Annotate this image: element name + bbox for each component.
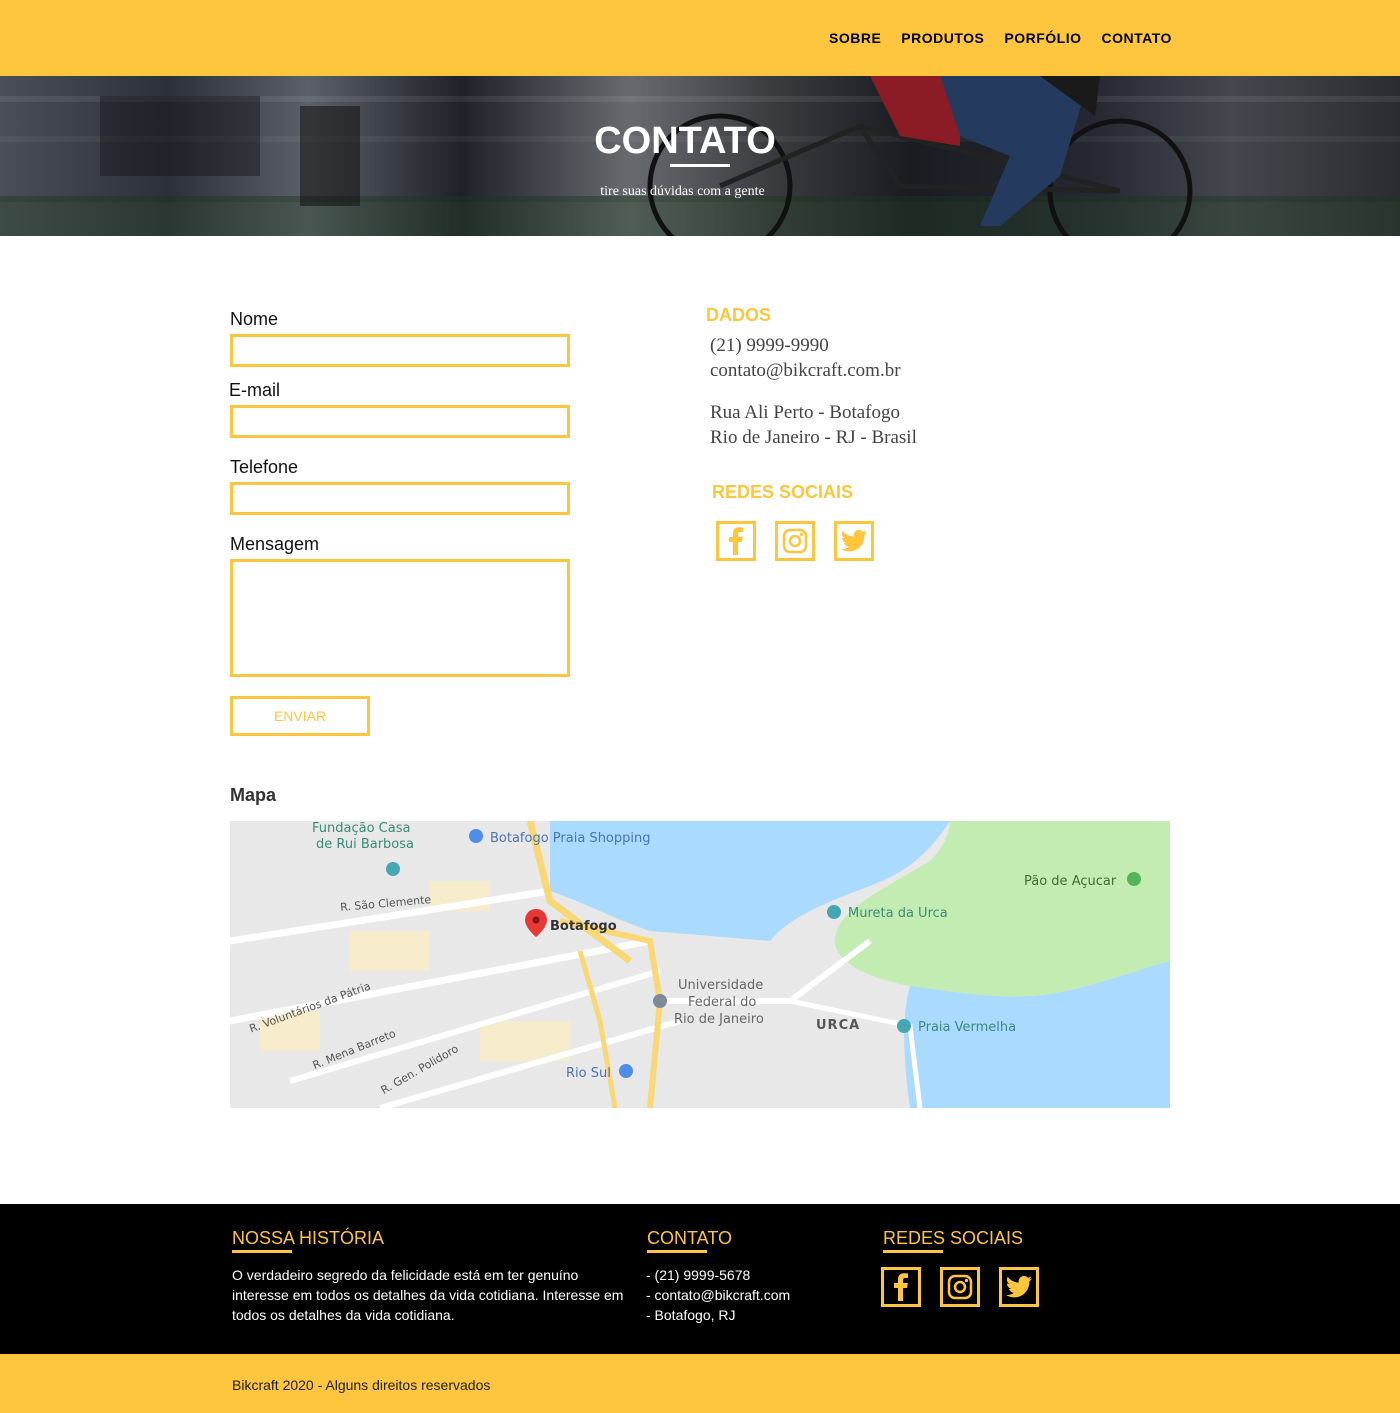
map-label-shopping: Botafogo Praia Shopping (490, 831, 651, 846)
twitter-link[interactable] (834, 521, 874, 561)
address-line-2: Rio de Janeiro - RJ - Brasil (710, 427, 917, 448)
instagram-icon (947, 1274, 973, 1300)
instagram-link[interactable] (775, 521, 815, 561)
map-label-universidade: Universidade (678, 978, 764, 993)
footer-history-underline (232, 1250, 292, 1253)
email-field[interactable] (230, 405, 570, 438)
facebook-icon (894, 1273, 908, 1301)
name-label: Nome (230, 309, 279, 329)
page-subtitle: tire suas dúvidas com a gente (600, 184, 765, 199)
main-nav: SOBRE PRODUTOS PORFÓLIO CONTATO (829, 30, 1172, 46)
footer-contact-title: CONTATO (647, 1228, 732, 1248)
contact-email: contato@bikcraft.com.br (710, 360, 901, 381)
name-field[interactable] (230, 334, 570, 367)
footer-history-title: NOSSA HISTÓRIA (232, 1228, 385, 1248)
map-label-pao-de-acucar: Pão de Açucar (1024, 874, 1117, 889)
title-underline (670, 164, 730, 167)
twitter-icon (841, 530, 867, 552)
nav-item-portfolio[interactable]: PORFÓLIO (1004, 30, 1081, 46)
footer-facebook-link[interactable] (881, 1267, 921, 1307)
facebook-icon (729, 527, 743, 555)
footer-contact-address: - Botafogo, RJ (646, 1307, 736, 1323)
map-label-rio-sul: Rio Sul (566, 1066, 611, 1081)
footer-instagram-link[interactable] (940, 1267, 980, 1307)
twitter-icon (1006, 1276, 1032, 1298)
message-label: Mensagem (230, 534, 320, 554)
footer-contact-phone: - (21) 9999-5678 (646, 1267, 751, 1283)
phone-label: Telefone (230, 457, 299, 477)
submit-button[interactable]: ENVIAR (230, 696, 370, 736)
contact-phone: (21) 9999-9990 (710, 335, 829, 356)
copyright-bar: Bikcraft 2020 - Alguns direitos reservad… (0, 1354, 1400, 1413)
footer-social-title: REDES SOCIAIS (883, 1228, 1024, 1248)
facebook-link[interactable] (716, 521, 756, 561)
social-title: REDES SOCIAIS (712, 482, 854, 502)
footer-social-underline (883, 1250, 943, 1253)
email-label: E-mail (229, 380, 281, 400)
map-label-fundacao: Fundação Casa (312, 821, 411, 836)
page-title: CONTATO (594, 120, 776, 162)
hero-banner: CONTATO tire suas dúvidas com a gente (0, 76, 1400, 236)
nav-item-sobre[interactable]: SOBRE (829, 30, 881, 46)
footer-contact-underline (647, 1250, 707, 1253)
map-label-urca: URCA (816, 1018, 861, 1033)
location-map[interactable]: Fundação Casa de Rui Barbosa Botafogo Pr… (230, 821, 1170, 1108)
footer-contact-email: - contato@bikcraft.com (646, 1287, 791, 1303)
map-label-federal: Federal do (688, 995, 757, 1010)
address-line-1: Rua Ali Perto - Botafogo (710, 402, 900, 423)
footer-history-text: O verdadeiro segredo da felicidade está … (232, 1267, 624, 1323)
map-label-fundacao-2: de Rui Barbosa (316, 837, 414, 852)
footer-twitter-link[interactable] (999, 1267, 1039, 1307)
site-header: SOBRE PRODUTOS PORFÓLIO CONTATO (0, 0, 1400, 76)
message-field[interactable] (230, 559, 570, 677)
dados-title: DADOS (706, 305, 772, 325)
nav-item-produtos[interactable]: PRODUTOS (901, 30, 984, 46)
map-label-rio-de-janeiro: Rio de Janeiro (674, 1012, 764, 1027)
phone-field[interactable] (230, 482, 570, 515)
map-label-praia-vermelha: Praia Vermelha (918, 1020, 1017, 1035)
map-label-mureta: Mureta da Urca (848, 906, 948, 921)
map-title: Mapa (230, 785, 277, 805)
nav-item-contato[interactable]: CONTATO (1102, 30, 1172, 46)
map-label-botafogo: Botafogo (550, 919, 617, 934)
instagram-icon (782, 528, 808, 554)
copyright-text: Bikcraft 2020 - Alguns direitos reservad… (232, 1377, 491, 1393)
map-canvas (230, 821, 1170, 1108)
site-footer: NOSSA HISTÓRIA O verdadeiro segredo da f… (0, 1204, 1400, 1354)
